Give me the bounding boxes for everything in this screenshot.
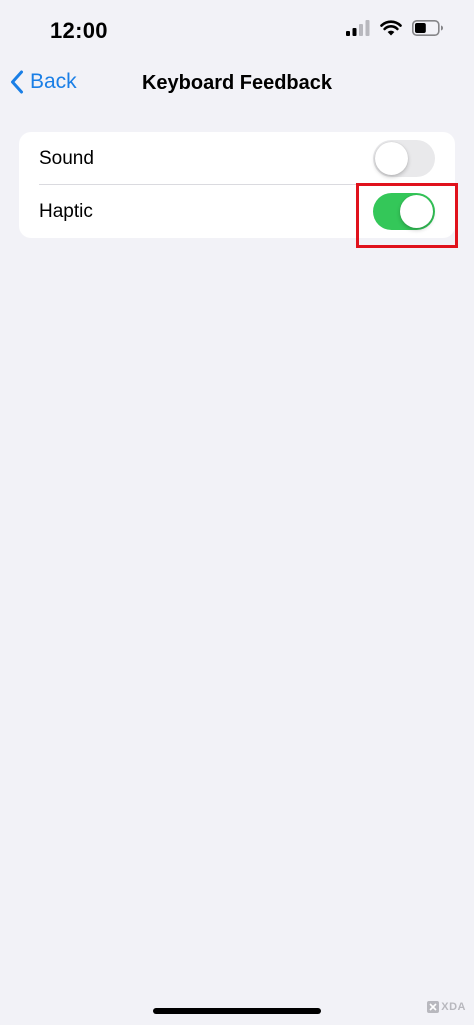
status-time: 12:00 xyxy=(50,18,108,43)
toggle-knob xyxy=(400,195,433,228)
home-indicator xyxy=(153,1008,321,1014)
sound-toggle[interactable] xyxy=(373,140,435,177)
keyboard-feedback-settings-group: Sound Haptic xyxy=(19,132,455,238)
navigation-bar: Back Keyboard Feedback xyxy=(0,60,474,108)
toggle-knob xyxy=(375,142,408,175)
haptic-toggle[interactable] xyxy=(373,193,435,230)
status-icons xyxy=(346,20,444,36)
cellular-signal-icon xyxy=(346,20,370,36)
battery-icon xyxy=(412,20,443,36)
haptic-label: Haptic xyxy=(39,200,93,222)
xda-watermark: XDA xyxy=(427,1001,466,1013)
settings-row-sound: Sound xyxy=(19,132,455,185)
wifi-icon xyxy=(380,20,402,36)
page-title: Keyboard Feedback xyxy=(141,72,333,94)
xda-logo-icon xyxy=(427,1001,440,1013)
watermark-text: XDA xyxy=(441,1001,466,1013)
settings-row-haptic: Haptic xyxy=(19,185,455,238)
status-bar: 12:00 xyxy=(0,0,474,60)
sound-label: Sound xyxy=(39,147,94,169)
